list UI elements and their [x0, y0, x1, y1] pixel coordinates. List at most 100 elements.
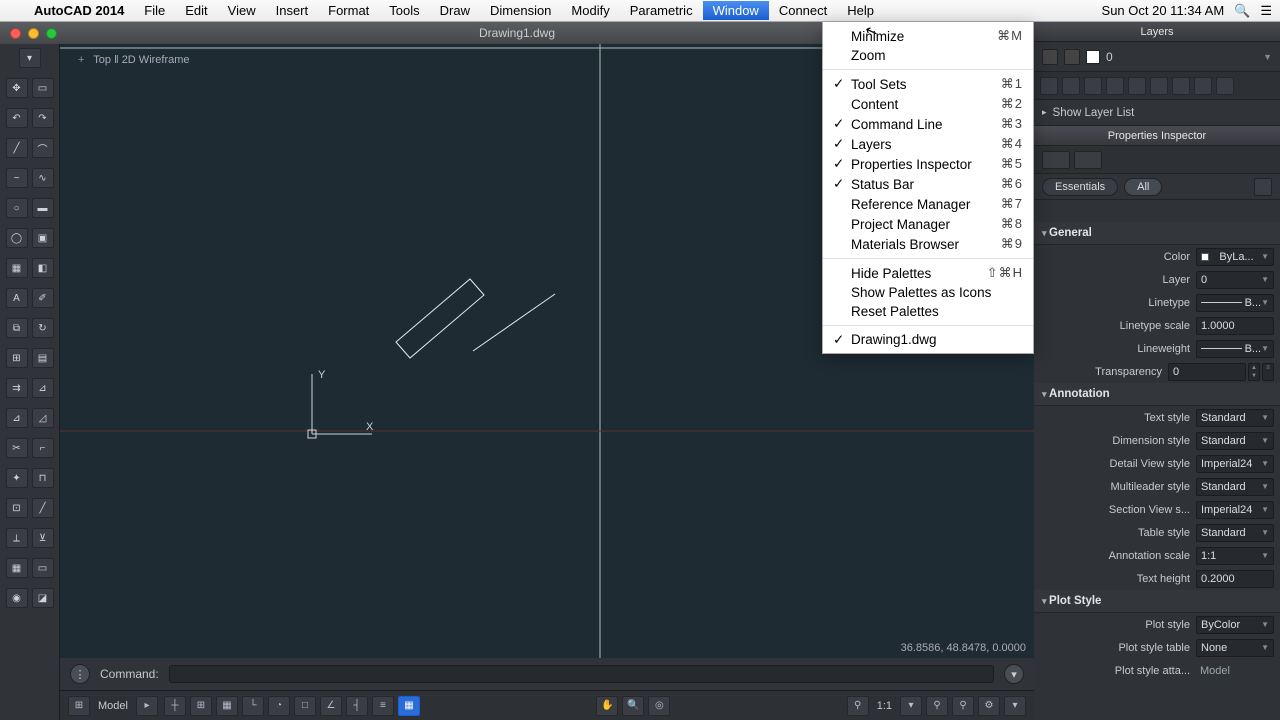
layer-tool-icon[interactable] — [1106, 77, 1124, 95]
menu-file[interactable]: File — [134, 1, 175, 20]
menu-dimension[interactable]: Dimension — [480, 1, 561, 20]
layer-color-swatch[interactable] — [1086, 50, 1100, 64]
menu-project-manager[interactable]: Project Manager⌘8 — [823, 214, 1033, 234]
pill-essentials[interactable]: Essentials — [1042, 178, 1118, 196]
menu-commandline[interactable]: ✓Command Line⌘3 — [823, 114, 1033, 134]
layer-visibility-icon[interactable] — [1042, 49, 1058, 65]
command-options-button[interactable]: ▾ — [1004, 664, 1024, 684]
menu-tools[interactable]: Tools — [379, 1, 429, 20]
zoom-window-button[interactable] — [46, 28, 57, 39]
show-layer-list-toggle[interactable]: Show Layer List — [1034, 100, 1280, 126]
property-value[interactable]: 0.2000 — [1196, 570, 1274, 588]
orbit-icon[interactable]: ◎ — [648, 696, 670, 716]
redo-icon[interactable]: ↷ — [32, 108, 54, 128]
rotate-tool-icon[interactable]: ↻ — [32, 318, 54, 338]
arc-tool-icon[interactable]: ⌒ — [32, 138, 54, 158]
property-value[interactable]: 1:1▼ — [1196, 547, 1274, 565]
mirror-tool-icon[interactable]: ⊿ — [6, 408, 28, 428]
menu-view[interactable]: View — [218, 1, 266, 20]
scale-tool-icon[interactable]: ◿ — [32, 408, 54, 428]
osnap-icon[interactable]: □ — [294, 696, 316, 716]
menu-hide-palettes[interactable]: Hide Palettes⇧⌘H — [823, 263, 1033, 283]
menu-materials-browser[interactable]: Materials Browser⌘9 — [823, 234, 1033, 254]
pi-tab-drawing-icon[interactable] — [1074, 151, 1102, 169]
property-value[interactable]: Standard▼ — [1196, 432, 1274, 450]
menu-edit[interactable]: Edit — [175, 1, 217, 20]
pi-tab-quick-icon[interactable] — [1042, 151, 1070, 169]
block-tool-icon[interactable]: ▤ — [32, 348, 54, 368]
property-value[interactable]: 0▼ — [1196, 271, 1274, 289]
menu-window[interactable]: Window — [703, 1, 769, 20]
menu-parametric[interactable]: Parametric — [620, 1, 703, 20]
workspace-switch-icon[interactable]: ⚙ — [978, 696, 1000, 716]
menu-show-palettes-icons[interactable]: Show Palettes as Icons — [823, 283, 1033, 302]
status-menu-icon[interactable]: ▾ — [1004, 696, 1026, 716]
layout-nav-icon[interactable]: ▸ — [136, 696, 158, 716]
gradient-tool-icon[interactable]: ◧ — [32, 258, 54, 278]
tool-icon[interactable]: ⟂ — [6, 528, 28, 548]
hatch-tool-icon[interactable]: ▦ — [6, 258, 28, 278]
copy-tool-icon[interactable]: ⧉ — [6, 318, 28, 338]
polar-icon[interactable]: ◔ — [268, 696, 290, 716]
layer-dropdown-icon[interactable]: ▼ — [1263, 52, 1272, 62]
menu-format[interactable]: Format — [318, 1, 379, 20]
menu-content[interactable]: Content⌘2 — [823, 94, 1033, 114]
move-tool-icon[interactable]: ✥ — [6, 78, 28, 98]
layer-tool-icon[interactable] — [1194, 77, 1212, 95]
property-value[interactable]: Imperial24▼ — [1196, 501, 1274, 519]
rect-tool-icon[interactable]: ▬ — [32, 198, 54, 218]
transparency-icon[interactable]: ▦ — [398, 696, 420, 716]
pan-icon[interactable]: ✋ — [596, 696, 618, 716]
property-value[interactable]: B...▼ — [1196, 294, 1274, 312]
close-window-button[interactable] — [10, 28, 21, 39]
polygon-tool-icon[interactable]: ▣ — [32, 228, 54, 248]
property-value[interactable]: 0 — [1168, 363, 1246, 381]
layout-icon[interactable]: ⊞ — [68, 696, 90, 716]
annotation-visibility-icon[interactable]: ⚲ — [847, 696, 869, 716]
app-name[interactable]: AutoCAD 2014 — [24, 3, 134, 18]
menu-zoom[interactable]: Zoom — [823, 46, 1033, 65]
join-tool-icon[interactable]: ⊓ — [32, 468, 54, 488]
dynamic-input-icon[interactable]: ┤ — [346, 696, 368, 716]
annotation-add-icon[interactable]: ⚲ — [952, 696, 974, 716]
command-input[interactable] — [169, 665, 994, 683]
polyline-tool-icon[interactable]: ~ — [6, 168, 28, 188]
property-value[interactable]: 1.0000 — [1196, 317, 1274, 335]
tool-icon[interactable]: ⊡ — [6, 498, 28, 518]
line-tool-icon[interactable]: ╱ — [6, 138, 28, 158]
menu-layers[interactable]: ✓Layers⌘4 — [823, 134, 1033, 154]
current-layer-name[interactable]: 0 — [1106, 50, 1257, 64]
property-value[interactable]: Standard▼ — [1196, 478, 1274, 496]
menu-insert[interactable]: Insert — [266, 1, 319, 20]
annotation-scale-icon[interactable]: ⚲ — [926, 696, 948, 716]
property-value[interactable]: Imperial24▼ — [1196, 455, 1274, 473]
select-tool-icon[interactable]: ▭ — [32, 78, 54, 98]
ruler-icon[interactable]: ▦ — [216, 696, 238, 716]
zoom-icon[interactable]: 🔍 — [622, 696, 644, 716]
menu-connect[interactable]: Connect — [769, 1, 837, 20]
viewport-label[interactable]: + Top ‖ 2D Wireframe — [78, 54, 190, 66]
offset-tool-icon[interactable]: ⇉ — [6, 378, 28, 398]
menu-reset-palettes[interactable]: Reset Palettes — [823, 302, 1033, 321]
tool-icon[interactable]: ╱ — [32, 498, 54, 518]
properties-list[interactable]: General ColorByLa...▼Layer0▼LinetypeB...… — [1034, 222, 1280, 720]
pill-all[interactable]: All — [1124, 178, 1162, 196]
menubar-datetime[interactable]: Sun Oct 20 11:34 AM — [1102, 3, 1225, 18]
property-value[interactable]: None▼ — [1196, 639, 1274, 657]
menu-minimize[interactable]: Minimize⌘M — [823, 26, 1033, 46]
property-value[interactable]: Model — [1196, 662, 1274, 680]
layer-current-row[interactable]: 0 ▼ — [1034, 42, 1280, 72]
tool-icon[interactable]: ◪ — [32, 588, 54, 608]
layer-tool-icon[interactable] — [1172, 77, 1190, 95]
extend-tool-icon[interactable]: ⊿ — [32, 378, 54, 398]
group-general[interactable]: General — [1034, 222, 1280, 245]
extra-button-icon[interactable]: ≡ — [1262, 363, 1274, 381]
layer-tool-icon[interactable] — [1062, 77, 1080, 95]
layer-freeze-icon[interactable] — [1064, 49, 1080, 65]
grid-icon[interactable]: ⊞ — [190, 696, 212, 716]
scale-display[interactable]: 1:1 — [873, 700, 896, 712]
group-annotation[interactable]: Annotation — [1034, 383, 1280, 406]
spotlight-icon[interactable]: 🔍 — [1234, 3, 1250, 19]
tool-icon[interactable]: ▭ — [32, 558, 54, 578]
menu-statusbar[interactable]: ✓Status Bar⌘6 — [823, 174, 1033, 194]
